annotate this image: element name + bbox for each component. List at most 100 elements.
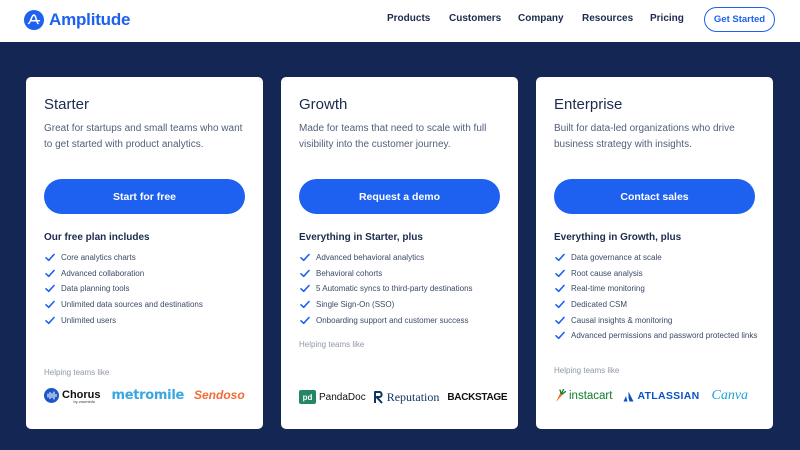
- request-demo-button[interactable]: Request a demo: [299, 179, 500, 214]
- check-icon: [45, 253, 55, 262]
- check-icon: [555, 332, 565, 340]
- customer-logos: pd PandaDoc Reputation BACKSTAGE: [299, 386, 508, 408]
- nav-pricing[interactable]: Pricing: [650, 13, 684, 24]
- feature-label: Advanced behavioral analytics: [316, 253, 425, 262]
- check-icon: [300, 253, 310, 262]
- feature-label: Root cause analysis: [571, 268, 643, 278]
- start-for-free-button[interactable]: Start for free: [44, 179, 245, 214]
- feature-item: Dedicated CSM: [554, 299, 762, 310]
- check-icon: [555, 285, 565, 293]
- feature-label: Unlimited data sources and destinations: [61, 300, 203, 310]
- chorus-sub-wordmark: by zoominfo: [73, 399, 96, 404]
- plan-card-growth: Growth Made for teams that need to scale…: [281, 77, 518, 429]
- reputation-logo: Reputation: [373, 389, 440, 405]
- plan-subheading: Everything in Growth, plus: [554, 232, 682, 243]
- feature-label: Data governance at scale: [571, 253, 662, 262]
- check-icon: [555, 269, 565, 277]
- feature-item: Causal insights & monitoring: [554, 315, 762, 326]
- nav-products[interactable]: Products: [387, 13, 430, 24]
- feature-label: Core analytics charts: [61, 253, 136, 262]
- instacart-wordmark: instacart: [569, 390, 613, 402]
- atlassian-logo: ATLASSIAN: [623, 390, 699, 402]
- customer-logos: instacart ATLASSIAN Canva: [554, 385, 748, 407]
- plan-card-enterprise: Enterprise Built for data-led organizati…: [536, 77, 773, 429]
- feature-item: Advanced behavioral analytics: [299, 252, 507, 263]
- feature-list: Advanced behavioral analytics Behavioral…: [299, 252, 507, 330]
- plan-description: Great for startups and small teams who w…: [44, 123, 243, 150]
- check-icon: [300, 269, 310, 277]
- feature-item: Unlimited users: [44, 315, 252, 326]
- metromile-logo: metromile: [111, 387, 185, 403]
- helping-teams-label: Helping teams like: [44, 368, 110, 377]
- plan-subheading: Everything in Starter, plus: [299, 232, 423, 243]
- get-started-button[interactable]: Get Started: [704, 7, 775, 32]
- check-icon: [300, 285, 310, 293]
- chorus-mark-icon: [44, 387, 59, 403]
- feature-item: Unlimited data sources and destinations: [44, 299, 252, 310]
- helping-teams-label: Helping teams like: [554, 366, 620, 375]
- feature-item: Data planning tools: [44, 283, 252, 294]
- svg-text:pd: pd: [303, 393, 313, 402]
- backstage-logo: BACKSTAGE: [447, 391, 508, 403]
- pandadoc-logo: pd PandaDoc: [299, 390, 366, 404]
- feature-label: Onboarding support and customer success: [316, 315, 469, 325]
- reputation-wordmark: Reputation: [386, 389, 440, 404]
- contact-sales-button[interactable]: Contact sales: [554, 179, 755, 214]
- feature-item: Root cause analysis: [554, 268, 762, 279]
- pandadoc-mark-icon: pd: [299, 390, 316, 404]
- feature-label: Causal insights & monitoring: [571, 315, 673, 325]
- site-header: Amplitude Products Customers Company Res…: [0, 0, 800, 42]
- sendoso-logo: Sendoso: [194, 388, 245, 402]
- atlassian-wordmark: ATLASSIAN: [637, 390, 700, 402]
- carrot-icon: [556, 389, 566, 402]
- main-nav: Products Customers Company Resources Pri…: [0, 13, 800, 29]
- feature-label: Single Sign-On (SSO): [316, 300, 395, 310]
- feature-item: Advanced permissions and password protec…: [554, 330, 762, 341]
- feature-item: Advanced collaboration: [44, 268, 252, 279]
- feature-label: Data planning tools: [61, 284, 130, 294]
- check-icon: [555, 253, 565, 262]
- check-icon: [45, 316, 55, 324]
- nav-customers[interactable]: Customers: [449, 13, 501, 24]
- plan-subheading: Our free plan includes: [44, 232, 150, 243]
- plan-description: Built for data-led organizations who dri…: [554, 123, 735, 150]
- check-icon: [300, 300, 310, 309]
- feature-item: Onboarding support and customer success: [299, 315, 507, 326]
- nav-resources[interactable]: Resources: [582, 13, 633, 24]
- atlassian-mark-icon: [623, 391, 634, 401]
- feature-item: Core analytics charts: [44, 252, 252, 263]
- nav-company[interactable]: Company: [518, 13, 564, 24]
- feature-label: 5 Automatic syncs to third-party destina…: [316, 284, 473, 294]
- check-icon: [45, 300, 55, 309]
- feature-item: Single Sign-On (SSO): [299, 299, 507, 310]
- feature-label: Real-time monitoring: [571, 284, 645, 294]
- plan-title: Enterprise: [554, 96, 623, 113]
- feature-item: Real-time monitoring: [554, 283, 762, 294]
- check-icon: [45, 269, 55, 277]
- feature-label: Unlimited users: [61, 315, 117, 325]
- check-icon: [300, 316, 310, 324]
- instacart-logo: instacart: [554, 389, 612, 403]
- plan-description: Made for teams that need to scale with f…: [299, 123, 487, 150]
- plan-title: Starter: [44, 96, 90, 113]
- customer-logos: Chorus by zoominfo metromile Sendoso: [44, 384, 245, 406]
- feature-label: Advanced permissions and password protec…: [571, 331, 758, 341]
- plan-card-starter: Starter Great for startups and small tea…: [26, 77, 263, 429]
- check-icon: [45, 285, 55, 293]
- reputation-mark-icon: [373, 391, 383, 404]
- plan-title: Growth: [299, 96, 348, 113]
- helping-teams-label: Helping teams like: [299, 340, 365, 349]
- pandadoc-wordmark: PandaDoc: [319, 391, 366, 403]
- feature-label: Advanced collaboration: [61, 268, 145, 278]
- feature-label: Dedicated CSM: [571, 300, 628, 310]
- feature-item: Behavioral cohorts: [299, 268, 507, 279]
- check-icon: [555, 316, 565, 324]
- feature-label: Behavioral cohorts: [316, 268, 383, 278]
- canva-logo: Canva: [711, 388, 749, 403]
- feature-item: 5 Automatic syncs to third-party destina…: [299, 283, 507, 294]
- chorus-logo: Chorus by zoominfo: [44, 386, 102, 404]
- feature-item: Data governance at scale: [554, 252, 762, 263]
- feature-list: Core analytics charts Advanced collabora…: [44, 252, 252, 330]
- check-icon: [555, 300, 565, 309]
- feature-list: Data governance at scale Root cause anal…: [554, 252, 762, 346]
